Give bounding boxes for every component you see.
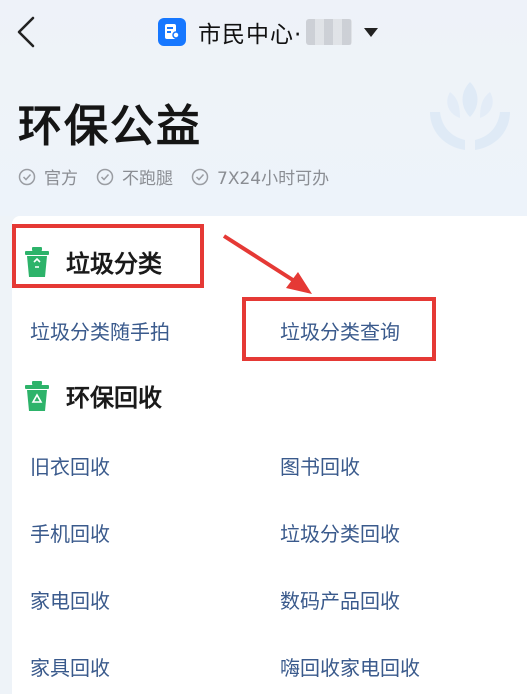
- app-title: 市民中心·: [198, 22, 303, 48]
- hands-leaf-icon: [430, 82, 510, 150]
- service-link-furniture[interactable]: 家具回收: [30, 652, 110, 681]
- check-circle-icon: [18, 168, 36, 185]
- section-header-recycle: 环保回收: [24, 378, 162, 413]
- top-bar: 市民中心·: [0, 0, 527, 64]
- annotation-arrow: [222, 234, 312, 294]
- paw-icon: [408, 639, 430, 661]
- service-icon: [158, 18, 186, 46]
- tag-label: 不跑腿: [122, 169, 173, 189]
- tag-official: 官方: [18, 164, 78, 189]
- recycle-bin-icon: [25, 380, 49, 411]
- account-switcher[interactable]: 市民中心·: [158, 14, 379, 50]
- annotation-highlight-box: [242, 297, 436, 361]
- tag-no-visit: 不跑腿: [96, 164, 173, 189]
- check-circle-icon: [96, 168, 114, 185]
- check-circle-icon: [191, 168, 209, 185]
- chevron-left-icon: [17, 16, 35, 48]
- service-link-books[interactable]: 图书回收: [280, 451, 360, 480]
- tag-label: 7X24小时可办: [217, 169, 330, 189]
- service-link-photo[interactable]: 垃圾分类随手拍: [30, 316, 170, 345]
- service-link-clothes[interactable]: 旧衣回收: [30, 451, 110, 480]
- service-link-hi-recycle[interactable]: 嗨回收家电回收: [280, 652, 420, 681]
- tag-label: 官方: [44, 169, 78, 189]
- service-link-phones[interactable]: 手机回收: [30, 518, 110, 547]
- back-button[interactable]: [10, 14, 42, 50]
- page-header: 环保公益 官方 不跑腿 7X24小时可办: [0, 64, 527, 216]
- service-link-appliances[interactable]: 家电回收: [30, 585, 110, 614]
- caret-down-icon: [364, 27, 379, 37]
- page-title: 环保公益: [18, 101, 202, 152]
- service-link-garbage-recycle[interactable]: 垃圾分类回收: [280, 518, 400, 547]
- blurred-account-name: [306, 19, 353, 45]
- annotation-highlight-box: [12, 224, 204, 288]
- watermark-brand: 经验: [435, 644, 471, 665]
- section-title: 环保回收: [66, 384, 162, 412]
- service-link-digital[interactable]: 数码产品回收: [280, 585, 400, 614]
- tag-24h: 7X24小时可办: [191, 164, 329, 189]
- service-tags: 官方 不跑腿 7X24小时可办: [18, 164, 347, 189]
